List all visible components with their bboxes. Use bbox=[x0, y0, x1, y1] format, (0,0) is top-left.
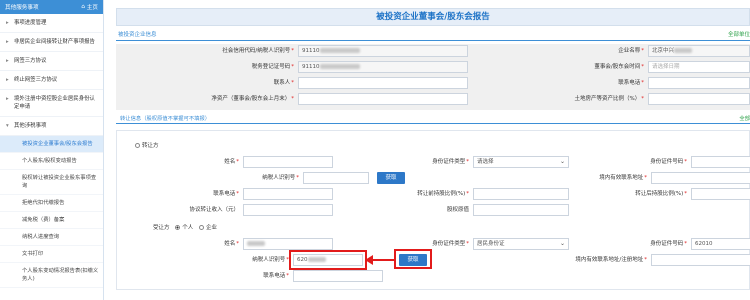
transfer-section-note: 全部 bbox=[739, 116, 750, 122]
contact-label: 联系人 bbox=[273, 80, 291, 86]
transferor-idno-label: 身份证件号码 bbox=[650, 159, 684, 165]
sidebar-item-progress[interactable]: ▸ 事项进度管理 bbox=[0, 14, 103, 33]
sidebar-subitem-shareholder-report[interactable]: 个人股东变动情况报告表(扣缴义务人) bbox=[0, 263, 103, 288]
radio-icon bbox=[199, 225, 205, 230]
transferee-company-option[interactable]: 企业 bbox=[199, 225, 217, 231]
chevron-right-icon: ▸ bbox=[6, 96, 9, 102]
uscc-field: 91110 bbox=[298, 45, 468, 57]
transferor-phone-input[interactable] bbox=[243, 188, 333, 200]
main-content: 被投资企业董事会/股东会报告 被投资企业信息 全部单位 社会信用代码/纳税人识别… bbox=[110, 0, 750, 300]
transferee-name-label: 姓名 bbox=[224, 241, 236, 247]
sidebar-item-resident-status[interactable]: ▸ 境外注册中资控股企业居民身份认定申请 bbox=[0, 90, 103, 117]
before-ratio-input[interactable] bbox=[473, 188, 569, 200]
transferor-taxid-label: 纳税人识别号 bbox=[262, 175, 296, 181]
taxid-highlight-box bbox=[289, 250, 367, 270]
land-ratio-label: 土地房产等资产比例（%） bbox=[574, 96, 641, 102]
contact-input[interactable] bbox=[298, 77, 468, 89]
net-assets-label: 净资产（董事会/股东会上月末） bbox=[211, 96, 291, 102]
chevron-right-icon: ▸ bbox=[6, 39, 9, 45]
sidebar-title: 其他服务事项 bbox=[5, 5, 39, 11]
transferee-person-option[interactable]: 个人 bbox=[175, 225, 193, 231]
transferor-option[interactable]: 转让方 bbox=[135, 141, 159, 149]
income-input[interactable] bbox=[243, 204, 333, 216]
chevron-right-icon: ▸ bbox=[6, 58, 9, 64]
radio-checked-icon bbox=[175, 225, 181, 230]
transferor-name-label: 姓名 bbox=[224, 159, 236, 165]
company-name-field: 北京中兴 bbox=[648, 45, 750, 57]
transferee-label: 受让方 bbox=[153, 225, 170, 231]
fetch-highlight-box bbox=[394, 249, 432, 269]
chevron-right-icon: ▸ bbox=[6, 77, 9, 83]
net-assets-input[interactable] bbox=[298, 93, 468, 105]
chevron-right-icon: ▸ bbox=[6, 20, 9, 26]
transferee-idno-label: 身份证件号码 bbox=[650, 241, 684, 247]
sidebar-subitem-refuse-withholding[interactable]: 拒绝代扣代缴报告 bbox=[0, 195, 103, 212]
sidebar-item-other-tax[interactable]: ▾ 其他涉税事项 bbox=[0, 117, 103, 136]
home-link[interactable]: ⌂ 主页 bbox=[81, 3, 98, 11]
before-ratio-label: 转让前持股比例(%) bbox=[417, 191, 466, 197]
tab-company-info[interactable]: 被投资企业信息 bbox=[118, 30, 157, 38]
chevron-down-icon: ▾ bbox=[6, 123, 9, 129]
land-ratio-input[interactable] bbox=[648, 93, 750, 105]
sidebar-subitem-shareholder-change[interactable]: 个人股东/股权变动报告 bbox=[0, 153, 103, 170]
transferee-phone-input[interactable] bbox=[293, 270, 383, 282]
sidebar-item-terminate-tripartite[interactable]: ▸ 终止网签三方协议 bbox=[0, 71, 103, 90]
after-ratio-label: 转让后持股比例(%) bbox=[635, 191, 684, 197]
after-ratio-input[interactable] bbox=[691, 188, 750, 200]
transferor-idtype-label: 身份证件类型 bbox=[432, 159, 466, 165]
transferor-phone-label: 联系电话 bbox=[213, 191, 236, 197]
sidebar: 其他服务事项 ⌂ 主页 ▸ 事项进度管理 ▸ 非居民企业间接转让财产事项报告 ▸ 网签… bbox=[0, 0, 104, 300]
sidebar-item-tripartite[interactable]: ▸ 网签三方协议 bbox=[0, 52, 103, 71]
phone-input[interactable] bbox=[648, 77, 750, 89]
radio-icon bbox=[135, 143, 140, 148]
required-note: 全部单位 bbox=[727, 32, 750, 38]
sidebar-header: 其他服务事项 ⌂ 主页 bbox=[0, 0, 103, 14]
transferor-addr-label: 境内有效联系地址 bbox=[599, 175, 644, 181]
transferee-phone-label: 联系电话 bbox=[263, 273, 286, 279]
company-name-label: 企业名称 bbox=[618, 48, 641, 54]
transferee-idtype-label: 身份证件类型 bbox=[432, 241, 466, 247]
tab-bar: 被投资企业信息 全部单位 bbox=[116, 29, 750, 41]
home-icon: ⌂ bbox=[81, 4, 85, 10]
transferor-addr-input[interactable] bbox=[651, 172, 750, 184]
page-title: 被投资企业董事会/股东会报告 bbox=[116, 8, 750, 26]
phone-label: 联系电话 bbox=[618, 80, 641, 86]
original-value-label: 股权原值 bbox=[446, 207, 469, 213]
transferee-type: 受让方 个人 企业 bbox=[153, 223, 217, 231]
sidebar-subitem-progress-query[interactable]: 纳税人进度查询 bbox=[0, 229, 103, 246]
transferee-name-input[interactable] bbox=[243, 238, 333, 250]
meeting-time-input[interactable]: 请选择日期 bbox=[648, 61, 750, 73]
chevron-down-icon: ⌄ bbox=[559, 240, 565, 247]
transfer-section-header: 转让信息（股权原值不掌握可不填报） 全部 bbox=[116, 114, 750, 124]
sidebar-subitem-tax-relief[interactable]: 减免税（费）备案 bbox=[0, 212, 103, 229]
uscc-label: 社会信用代码/纳税人识别号 bbox=[222, 48, 291, 54]
transferor-idtype-select[interactable]: 请选择 ⌄ bbox=[473, 156, 569, 168]
taxreg-label: 税务登记证号码 bbox=[251, 64, 291, 70]
transferor-idno-input[interactable] bbox=[691, 156, 750, 168]
transferee-addr-input[interactable] bbox=[651, 254, 750, 266]
sidebar-item-indirect-transfer[interactable]: ▸ 非居民企业间接转让财产事项报告 bbox=[0, 33, 103, 52]
transferor-taxid-input[interactable] bbox=[303, 172, 369, 184]
transferee-taxid-label: 纳税人识别号 bbox=[252, 257, 286, 263]
transferor-fetch-button[interactable]: 获取 bbox=[377, 172, 405, 184]
chevron-down-icon: ⌄ bbox=[559, 158, 565, 165]
sidebar-subitem-board-report[interactable]: 被投资企业董事会/股东会报告 bbox=[0, 136, 103, 153]
transfer-panel: 转让方 姓名* 身份证件类型* 请选择 ⌄ 身份证件号码* 纳税人识别号* 获取 … bbox=[116, 130, 750, 290]
transferee-idtype-select[interactable]: 居民身份证 ⌄ bbox=[473, 238, 569, 250]
original-value-input[interactable] bbox=[473, 204, 569, 216]
sidebar-subitem-equity-query[interactable]: 股权转让被投资企业股东事项查询 bbox=[0, 170, 103, 195]
transferor-name-input[interactable] bbox=[243, 156, 333, 168]
transfer-section-title: 转让信息（股权原值不掌握可不填报） bbox=[120, 116, 211, 122]
meeting-time-label: 董事会/股东会时间 bbox=[594, 64, 641, 70]
sidebar-subitem-print[interactable]: 文书打印 bbox=[0, 246, 103, 263]
transferee-idno-input[interactable]: 62010 bbox=[691, 238, 750, 250]
transferee-addr-label: 境内有效联系地址/注册地址 bbox=[575, 257, 644, 263]
income-label: 协议转让收入（元） bbox=[189, 207, 239, 213]
arrow-left-icon bbox=[365, 255, 394, 265]
taxreg-field: 91110 bbox=[298, 61, 468, 73]
